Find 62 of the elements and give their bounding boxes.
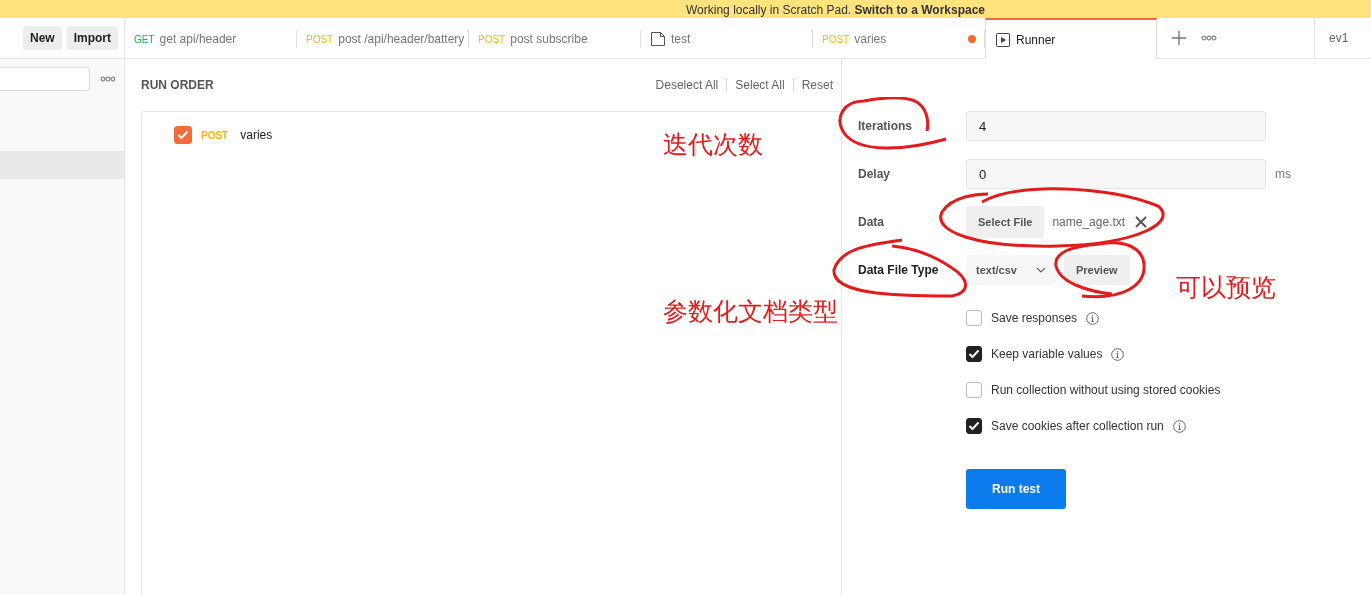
sidebar-button[interactable]: Import: [66, 26, 118, 50]
request-tab[interactable]: POST post subscribe: [469, 18, 641, 58]
file-type-dropdown[interactable]: text/csv: [966, 255, 1056, 285]
checkbox[interactable]: [966, 418, 982, 434]
run-order-action[interactable]: Reset: [792, 78, 841, 92]
info-icon[interactable]: [1111, 347, 1125, 361]
chevron-down-icon: [1036, 267, 1046, 273]
file-type-label: Data File Type: [858, 263, 940, 277]
run-order-title: RUN ORDER: [141, 78, 214, 92]
file-name: name_age.txt: [1052, 215, 1126, 229]
unit-label: ms: [1275, 167, 1291, 181]
delay-field[interactable]: 0: [966, 159, 1266, 189]
checkbox[interactable]: [174, 126, 192, 144]
preview-button[interactable]: Preview: [1064, 255, 1130, 285]
request-tab[interactable]: POST post /api/header/battery: [297, 18, 469, 58]
method-label: POST: [822, 33, 850, 45]
request-name: varies: [240, 128, 273, 142]
option-label: Run collection without using stored cookies: [991, 383, 1221, 397]
annotation-text: 参数化文档类型: [663, 296, 838, 328]
close-icon[interactable]: [1135, 216, 1148, 228]
annotation-text: 可以预览: [1176, 272, 1276, 304]
delay-label: Delay: [858, 167, 892, 181]
select-file-button[interactable]: Select File: [966, 206, 1045, 238]
request-tab[interactable]: POST varies: [813, 18, 985, 58]
tab-label: varies: [854, 32, 887, 46]
tab-label: post /api/header/battery: [338, 32, 465, 46]
request-tab[interactable]: GET get api/header: [125, 18, 297, 58]
method-label: POST: [478, 33, 506, 45]
tab-label: post subscribe: [510, 32, 588, 46]
method-label: POST: [201, 129, 229, 141]
checkbox[interactable]: [966, 382, 982, 398]
checkbox[interactable]: [966, 310, 982, 326]
info-icon[interactable]: [1172, 419, 1186, 433]
request-tab[interactable]: Runner: [985, 18, 1157, 59]
run-order-action[interactable]: Deselect All: [647, 78, 727, 92]
more-icon[interactable]: [1201, 35, 1217, 41]
tab-label: test: [671, 32, 691, 46]
play-icon: [995, 31, 1011, 48]
info-icon[interactable]: [1086, 311, 1100, 325]
document-icon: [650, 31, 666, 47]
sidebar-button[interactable]: New: [22, 26, 62, 50]
run-test-button[interactable]: Run test: [966, 469, 1066, 509]
tab-label: Runner: [1016, 32, 1056, 47]
option-label: Save cookies after collection run: [991, 419, 1164, 433]
option-label: Keep variable values: [991, 347, 1103, 361]
annotation-text: 迭代次数: [663, 129, 763, 161]
banner-message: Working locally in Scratch Pad. Switch to a Workspace: [686, 2, 985, 18]
add-tab-icon[interactable]: [1172, 31, 1186, 45]
run-order-action[interactable]: Select All: [726, 78, 793, 92]
checkbox[interactable]: [966, 346, 982, 362]
iterations-field[interactable]: 4: [966, 111, 1266, 141]
tab-label: get api/header: [159, 32, 237, 46]
iterations-label: Iterations: [858, 119, 913, 133]
more-icon[interactable]: [100, 76, 116, 82]
switch-workspace-link[interactable]: Switch to a Workspace: [854, 3, 985, 17]
method-label: GET: [134, 33, 155, 45]
environment-selector[interactable]: ev1: [1314, 18, 1371, 58]
method-label: POST: [306, 33, 334, 45]
request-tab[interactable]: test: [641, 18, 813, 58]
option-label: Save responses: [991, 311, 1078, 325]
search-field[interactable]: [0, 67, 91, 91]
data-label: Data: [858, 215, 885, 229]
